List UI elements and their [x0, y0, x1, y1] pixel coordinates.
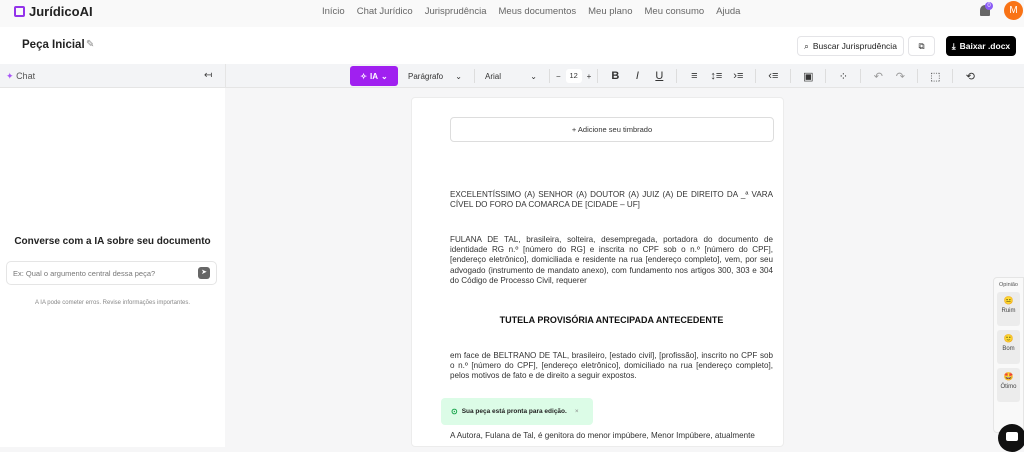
- feedback-label: Bom: [1002, 346, 1015, 352]
- feedback-bom[interactable]: 🙂 Bom: [997, 330, 1020, 364]
- feedback-title: Opinião: [999, 282, 1018, 288]
- chat-input[interactable]: Ex: Qual o argumento central dessa peça?…: [6, 261, 217, 285]
- search-label: Buscar Jurisprudência: [812, 41, 897, 51]
- chat-placeholder: Ex: Qual o argumento central dessa peça?: [13, 269, 156, 278]
- align-icon[interactable]: ≡: [683, 66, 705, 86]
- chat-heading: Converse com a IA sobre seu documento: [14, 236, 211, 247]
- ia-label: IA: [370, 71, 378, 81]
- line-height-icon[interactable]: ↕≡: [705, 66, 727, 86]
- toolbar: ✦ Chat ↤ ✧ IA ⌄ Parágrafo ⌄ Arial ⌄ −12 + B I…: [0, 64, 1024, 88]
- divider: [860, 69, 862, 83]
- nav-ajuda[interactable]: Ajuda: [716, 6, 740, 17]
- toast-notification: ⊙ Sua peça está pronta para edição. ×: [441, 398, 593, 425]
- font-select[interactable]: Arial ⌄: [481, 66, 543, 86]
- document-heading: TUTELA PROVISÓRIA ANTECIPADA ANTECEDENTE: [499, 315, 724, 325]
- close-icon[interactable]: ×: [575, 408, 579, 415]
- check-circle-icon: ⊙: [451, 407, 458, 416]
- feedback-panel: Opinião 😐 Ruim 🙂 Bom 🤩 Ótimo: [993, 277, 1024, 433]
- outdent-icon[interactable]: ‹≡: [762, 66, 784, 86]
- search-icon: ⌕: [804, 40, 809, 51]
- divider: [825, 69, 827, 83]
- chat-support-icon[interactable]: [998, 424, 1024, 452]
- nav-meus-documentos[interactable]: Meus documentos: [499, 6, 577, 17]
- font-value: Arial: [485, 71, 502, 81]
- document-paragraph: em face de BELTRANO DE TAL, brasileiro, …: [450, 351, 773, 381]
- select-all-icon[interactable]: ⬚: [924, 66, 946, 86]
- logo[interactable]: JurídicoAI: [14, 4, 93, 19]
- history-icon[interactable]: ⟲: [959, 66, 981, 86]
- underline-icon[interactable]: U: [648, 66, 670, 86]
- download-icon: ⤓: [951, 40, 956, 51]
- decrease-font-icon[interactable]: −: [556, 72, 561, 81]
- divider: [676, 69, 678, 83]
- sad-face-icon: 😐: [1003, 296, 1014, 305]
- main-nav: Início Chat Jurídico Jurisprudência Meus…: [322, 6, 740, 17]
- nav-meu-consumo[interactable]: Meu consumo: [645, 6, 705, 17]
- divider: [790, 69, 792, 83]
- chevron-down-icon: ⌄: [455, 71, 462, 81]
- avatar[interactable]: M: [1004, 1, 1023, 20]
- divider: [474, 69, 475, 83]
- copy-button[interactable]: ⧉: [908, 36, 935, 56]
- collapse-panel-icon[interactable]: ↤: [204, 70, 212, 81]
- smile-face-icon: 🙂: [1003, 334, 1014, 343]
- divider: [597, 69, 599, 83]
- feedback-otimo[interactable]: 🤩 Ótimo: [997, 368, 1020, 402]
- add-letterhead-label: Adicione seu timbrado: [577, 125, 653, 134]
- edit-title-icon[interactable]: ✎: [86, 39, 94, 50]
- document-paragraph: EXCELENTÍSSIMO (A) SENHOR (A) DOUTOR (A)…: [450, 190, 773, 210]
- ia-button[interactable]: ✧ IA ⌄: [350, 66, 398, 86]
- divider: [549, 69, 550, 83]
- app-name: JurídicoAI: [29, 4, 93, 19]
- document-paragraph: A Autora, Fulana de Tal, é genitora do m…: [450, 431, 755, 440]
- sparkle-icon: ✦: [6, 71, 14, 81]
- chevron-down-icon: ⌄: [530, 71, 537, 81]
- divider: [952, 69, 954, 83]
- toast-message: Sua peça está pronta para edição.: [461, 408, 567, 415]
- image-icon[interactable]: ▣: [797, 66, 819, 86]
- page-title: Peça Inicial: [22, 39, 85, 51]
- divider: [755, 69, 757, 83]
- indent-icon[interactable]: ›≡: [727, 66, 749, 86]
- document-page[interactable]: + Adicione seu timbrado EXCELENTÍSSIMO (…: [411, 97, 784, 447]
- top-nav: JurídicoAI Início Chat Jurídico Jurispru…: [0, 0, 1024, 27]
- nav-inicio[interactable]: Início: [322, 6, 345, 17]
- font-size-stepper: −12 +: [556, 66, 591, 86]
- bold-icon[interactable]: B: [604, 66, 626, 86]
- chat-label: Chat: [16, 71, 36, 81]
- copy-icon: ⧉: [918, 40, 925, 51]
- undo-icon[interactable]: ↶: [867, 66, 889, 86]
- nav-chat-juridico[interactable]: Chat Jurídico: [357, 6, 413, 17]
- font-size-input[interactable]: 12: [565, 69, 582, 83]
- italic-icon[interactable]: I: [626, 66, 648, 86]
- divider: [917, 69, 919, 83]
- variables-icon[interactable]: ⁘: [832, 66, 854, 86]
- send-icon[interactable]: ➤: [198, 267, 210, 279]
- feedback-label: Ótimo: [1000, 384, 1017, 390]
- chat-disclaimer: A IA pode cometer erros. Revise informaç…: [34, 300, 191, 306]
- title-bar: Peça Inicial ✎ ⌕ Buscar Jurisprudência ⧉ …: [0, 27, 1024, 64]
- feedback-ruim[interactable]: 😐 Ruim: [997, 292, 1020, 326]
- chat-panel-label: ✦ Chat: [6, 71, 35, 82]
- nav-meu-plano[interactable]: Meu plano: [588, 6, 632, 17]
- logo-icon: [14, 6, 25, 17]
- search-jurisprudence-button[interactable]: ⌕ Buscar Jurisprudência: [797, 36, 904, 56]
- magic-wand-icon: ✧: [360, 71, 367, 81]
- chat-panel: Converse com a IA sobre seu documento Ex…: [0, 88, 225, 447]
- paragraph-select[interactable]: Parágrafo ⌄: [398, 66, 468, 86]
- chevron-down-icon: ⌄: [381, 71, 388, 81]
- notification-badge: 0: [985, 2, 993, 10]
- paragraph-value: Parágrafo: [408, 71, 444, 81]
- increase-font-icon[interactable]: +: [587, 72, 592, 81]
- download-label: Baixar .docx: [959, 41, 1011, 51]
- add-letterhead-button[interactable]: + Adicione seu timbrado: [450, 117, 774, 142]
- document-paragraph: FULANA DE TAL, brasileira, solteira, des…: [450, 235, 773, 285]
- nav-jurisprudencia[interactable]: Jurisprudência: [425, 6, 487, 17]
- feedback-label: Ruim: [1001, 308, 1016, 314]
- divider: [225, 64, 226, 88]
- star-eyes-icon: 🤩: [1003, 372, 1014, 381]
- download-docx-button[interactable]: ⤓ Baixar .docx: [946, 36, 1016, 56]
- redo-icon[interactable]: ↷: [889, 66, 911, 86]
